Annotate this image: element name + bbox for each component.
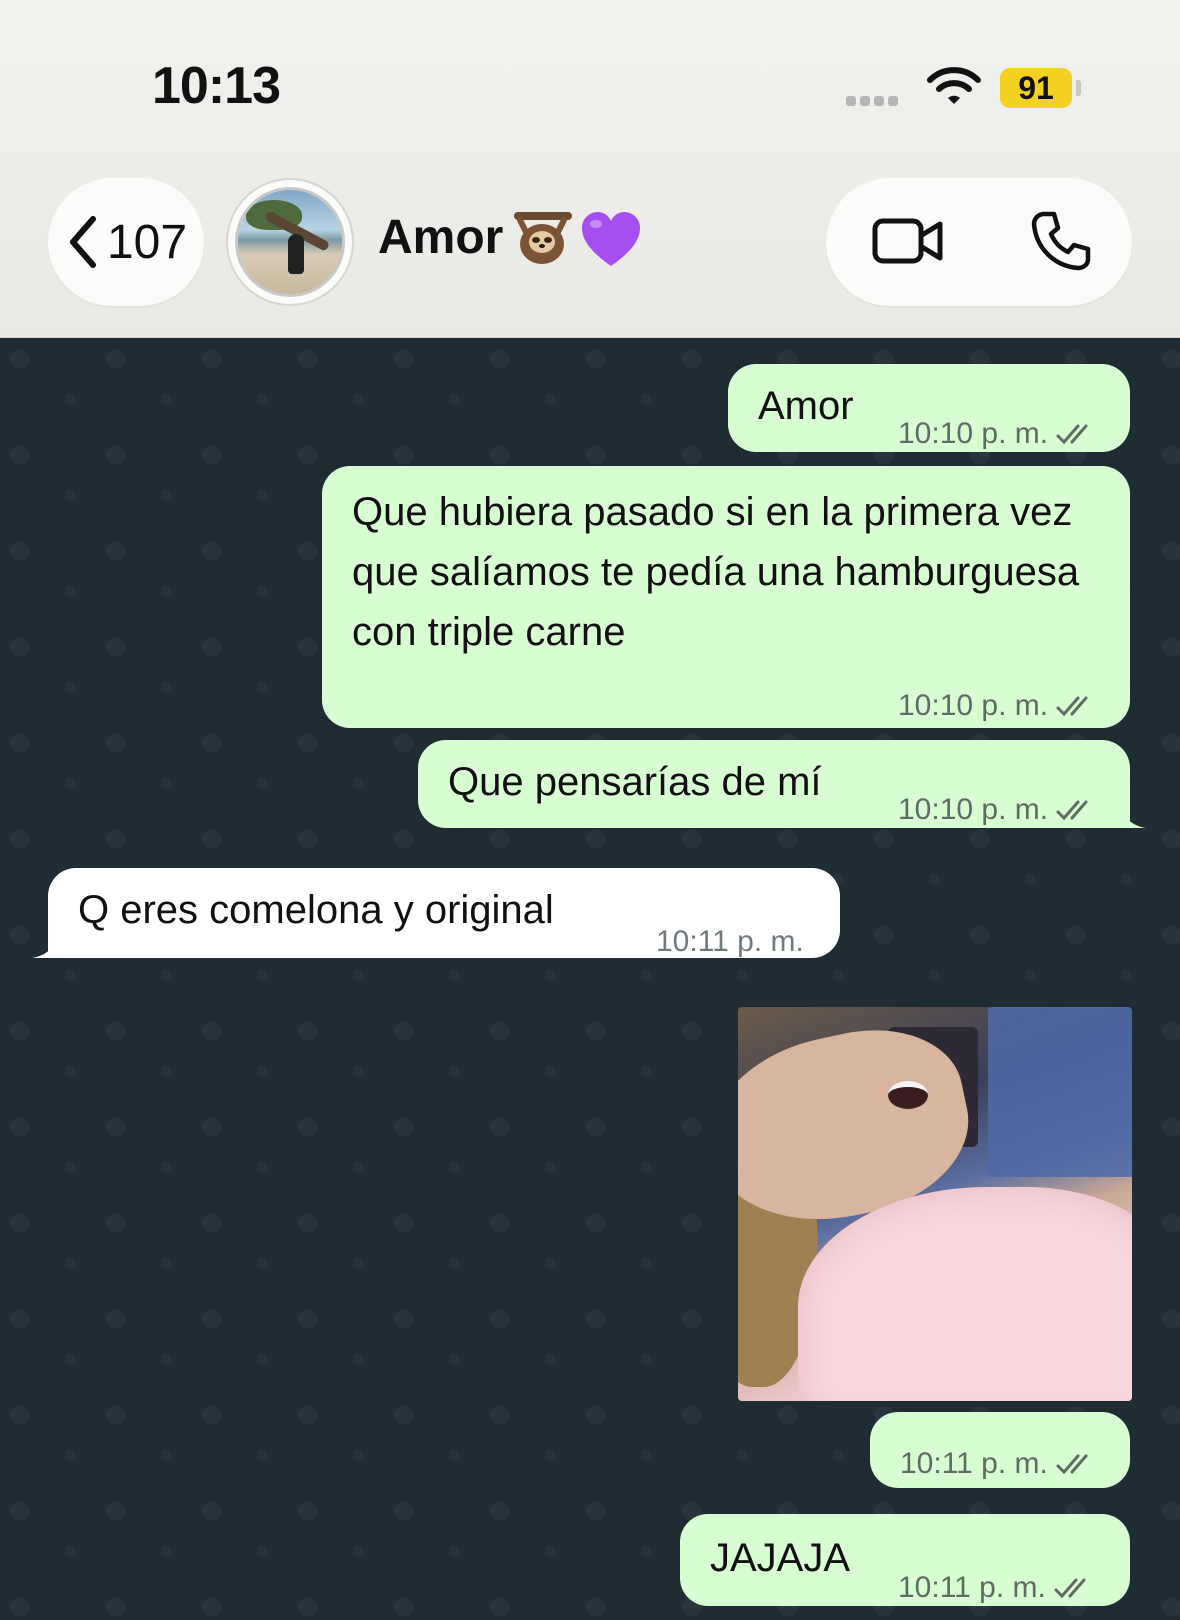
message-bubble-outgoing[interactable]: Amor 10:10 p. m. (728, 364, 1130, 452)
message-bubble-outgoing[interactable]: Que hubiera pasado si en la primera vez … (322, 466, 1130, 728)
message-text: Que hubiera pasado si en la primera vez … (352, 490, 1080, 654)
wifi-icon (927, 67, 981, 104)
message-meta: 10:10 p. m. (898, 780, 1096, 840)
phone-call-icon[interactable] (1030, 210, 1092, 272)
message-meta: 10:11 p. m. (656, 912, 804, 972)
call-actions (826, 178, 1132, 306)
message-bubble-incoming[interactable]: Q eres comelona y original 10:11 p. m. (32, 868, 840, 958)
avatar-photo (235, 187, 345, 297)
bubble-tail (1116, 798, 1146, 828)
message-bubble-outgoing[interactable]: Que pensarías de mí 10:10 p. m. (418, 740, 1146, 828)
message-time: 10:10 p. m. (898, 417, 1049, 450)
contact-avatar[interactable] (226, 178, 354, 306)
message-meta: 10:11 p. m. (900, 1434, 1096, 1494)
bubble-tail (32, 928, 62, 958)
image-message-timestamp[interactable]: 10:11 p. m. (870, 1412, 1130, 1488)
image-message[interactable] (738, 1007, 1132, 1401)
battery-tip-icon (1076, 80, 1081, 96)
video-call-icon[interactable] (872, 216, 944, 266)
message-text: Q eres comelona y original (78, 888, 554, 932)
message-text: JAJAJA (710, 1536, 851, 1580)
unread-count: 107 (106, 215, 188, 269)
message-meta: 10:10 p. m. (898, 676, 1096, 736)
message-time: 10:11 p. m. (900, 1447, 1048, 1480)
chevron-left-icon (69, 216, 96, 268)
read-ticks-icon (1056, 424, 1088, 445)
back-button[interactable]: 107 (48, 178, 204, 306)
chat-header: 10:13 91 107 Amor (0, 0, 1180, 338)
message-time: 10:11 p. m. (898, 1571, 1046, 1604)
message-meta: 10:10 p. m. (898, 404, 1096, 464)
message-time: 10:11 p. m. (656, 925, 804, 958)
sloth-emoji-icon (514, 212, 572, 264)
read-ticks-icon (1056, 696, 1088, 717)
message-text: Amor (758, 384, 854, 428)
cellular-signal-icon (846, 96, 898, 106)
message-text: Que pensarías de mí (448, 760, 822, 804)
message-meta: 10:11 p. m. (898, 1558, 1094, 1618)
battery-indicator: 91 (1000, 68, 1072, 108)
read-ticks-icon (1056, 1454, 1088, 1475)
read-ticks-icon (1056, 800, 1088, 821)
status-time: 10:13 (152, 57, 281, 115)
purple-heart-emoji-icon (582, 212, 640, 266)
message-time: 10:10 p. m. (898, 793, 1049, 826)
message-bubble-outgoing[interactable]: JAJAJA 10:11 p. m. (680, 1514, 1130, 1606)
read-ticks-icon (1054, 1578, 1086, 1599)
contact-name[interactable]: Amor (378, 210, 503, 265)
message-time: 10:10 p. m. (898, 689, 1049, 722)
